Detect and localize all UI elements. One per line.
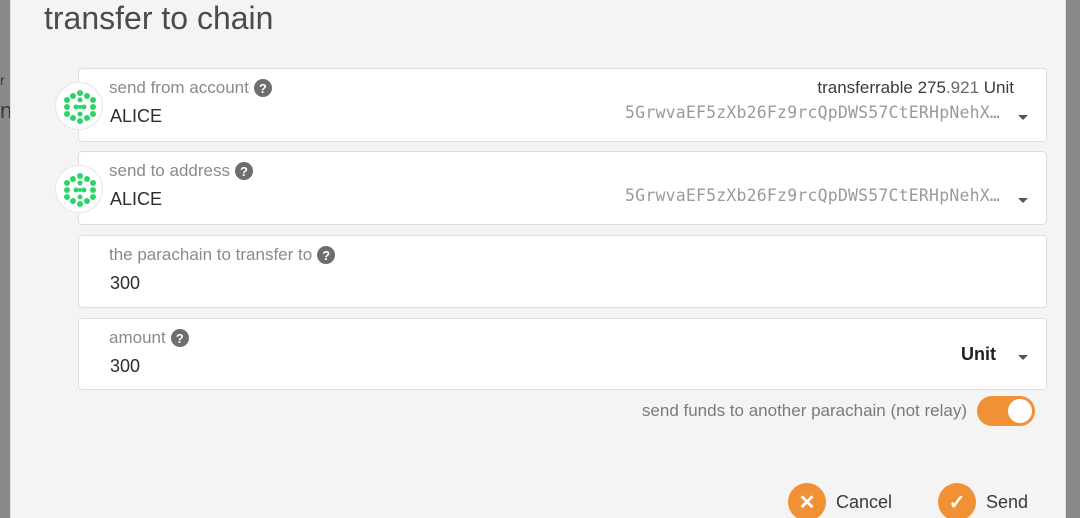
transferrable-balance: transferrable 275.921 Unit — [817, 78, 1014, 98]
transferrable-label: transferrable — [817, 78, 913, 97]
send-to-account-name: ALICE — [110, 189, 163, 209]
send-button[interactable]: ✓ Send — [938, 483, 1028, 518]
modal-title: transfer to chain — [44, 0, 274, 36]
transferrable-unit: Unit — [983, 78, 1014, 97]
parachain-toggle-row: send funds to another parachain (not rel… — [642, 396, 1035, 426]
transfer-modal: transfer to chain send from account ? tr… — [10, 0, 1066, 518]
send-to-address: 5GrwvaEF5zXb26Fz9rcQpDWS57CtERHpNehX… — [625, 186, 1000, 205]
chevron-down-icon[interactable] — [1018, 355, 1028, 360]
identicon-avatar — [55, 165, 103, 213]
amount-label-group: amount ? — [109, 328, 189, 348]
send-from-account-field[interactable]: send from account ? transferrable 275.92… — [78, 68, 1047, 142]
amount-label: amount — [109, 328, 166, 347]
transferrable-dec: .921 — [945, 78, 980, 97]
close-icon: ✕ — [788, 483, 826, 518]
parachain-input[interactable]: 300 — [110, 273, 140, 294]
help-icon[interactable]: ? — [234, 162, 253, 180]
unit-dropdown[interactable]: Unit — [961, 344, 996, 365]
send-from-address: 5GrwvaEF5zXb26Fz9rcQpDWS57CtERHpNehX… — [625, 103, 1000, 122]
amount-input-field[interactable]: amount ? 300 Unit — [78, 318, 1047, 390]
toggle-knob — [1008, 399, 1032, 423]
identicon-icon — [64, 173, 96, 207]
toggle-label: send funds to another parachain (not rel… — [641, 401, 967, 420]
parachain-label: the parachain to transfer to — [109, 245, 313, 264]
send-to-label-group: send to address ? — [109, 161, 253, 181]
cancel-label: Cancel — [836, 491, 893, 512]
chevron-down-icon[interactable] — [1018, 198, 1028, 203]
send-to-address-field[interactable]: send to address ? ALICE 5GrwvaEF5zXb26Fz… — [78, 151, 1047, 225]
amount-input[interactable]: 300 — [110, 356, 140, 377]
cancel-button[interactable]: ✕ Cancel — [788, 483, 892, 518]
send-to-label: send to address — [109, 161, 230, 180]
chevron-down-icon[interactable] — [1018, 115, 1028, 120]
parachain-toggle[interactable] — [977, 396, 1035, 426]
help-icon[interactable]: ? — [253, 79, 272, 97]
help-icon[interactable]: ? — [170, 329, 189, 347]
send-from-label-group: send from account ? — [109, 78, 272, 98]
parachain-label-group: the parachain to transfer to ? — [109, 245, 336, 265]
background-overlay-right — [1066, 0, 1080, 518]
background-text-fragment-top: r — [0, 72, 5, 88]
transferrable-int: 275 — [917, 78, 946, 97]
send-label: Send — [986, 491, 1029, 512]
checkmark-icon: ✓ — [938, 483, 976, 518]
identicon-icon — [64, 90, 96, 124]
help-icon[interactable]: ? — [317, 246, 336, 264]
send-from-label: send from account — [109, 78, 249, 97]
parachain-input-field[interactable]: the parachain to transfer to ? 300 — [78, 235, 1047, 308]
identicon-avatar — [55, 82, 103, 130]
send-from-account-name: ALICE — [110, 106, 163, 126]
